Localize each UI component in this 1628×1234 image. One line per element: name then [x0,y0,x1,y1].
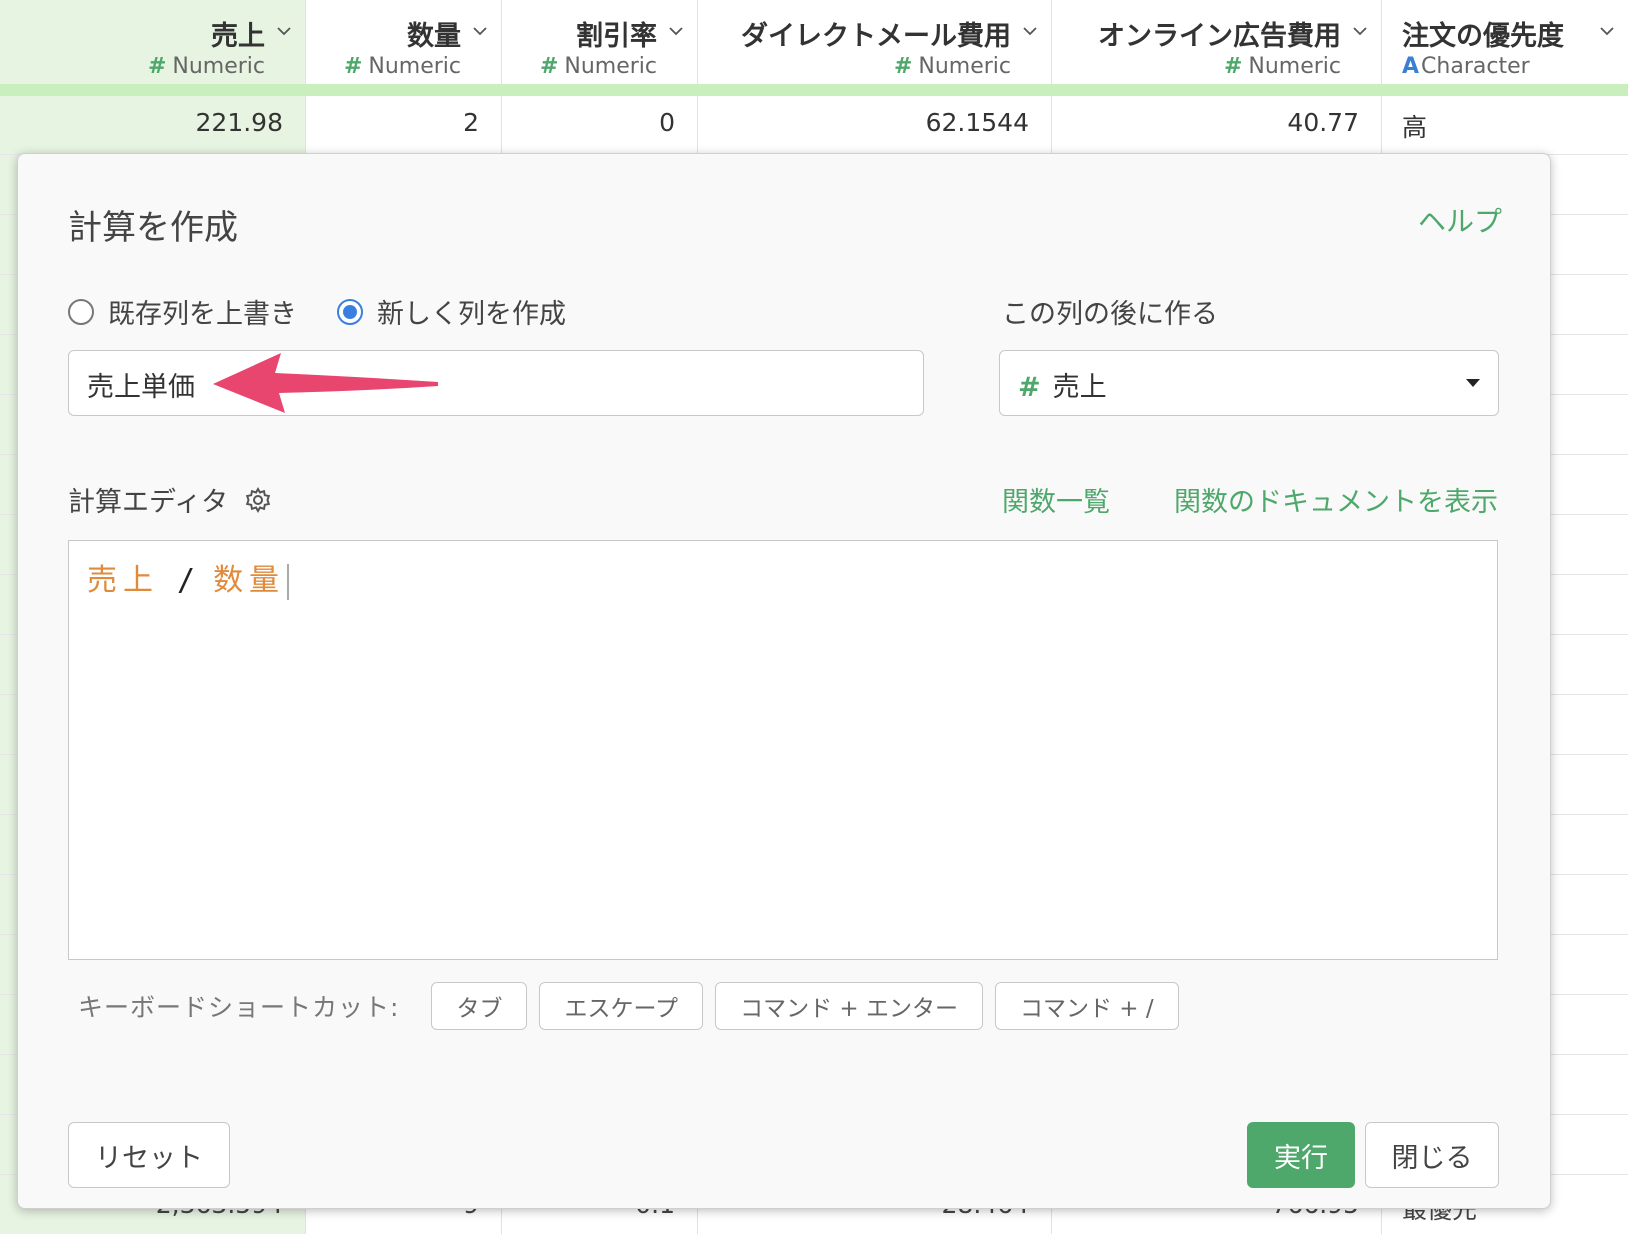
column-header[interactable]: 割引率 # Numeric [502,0,697,84]
column-header[interactable]: 注文の優先度 ACharacter [1382,0,1628,84]
hash-icon: # [1018,372,1041,403]
function-docs-link[interactable]: 関数のドキュメントを表示 [1174,480,1498,519]
run-button[interactable]: 実行 [1247,1122,1355,1188]
column-title: 数量 [407,21,461,52]
hash-icon: # [539,54,559,79]
header-divider [0,84,1628,96]
keyboard-shortcuts: キーボードショートカット: タブ エスケープ コマンド + エンター コマンド … [78,982,1179,1030]
hash-icon: # [1223,54,1243,79]
radio-label: 既存列を上書き [108,299,297,330]
table-cell[interactable]: 221.98 [196,108,283,137]
close-button[interactable]: 閉じる [1365,1122,1499,1188]
radio-create-new[interactable]: 新しく列を作成 [337,292,566,331]
create-calculation-dialog: 計算を作成 ヘルプ 既存列を上書き 新しく列を作成 この列の後に作る 売上単価 … [17,153,1551,1209]
expression-column-token: 数量 [213,563,286,598]
text-cursor [287,563,290,600]
column-type: # Numeric [1223,54,1341,79]
shortcut-command-slash[interactable]: コマンド + / [994,982,1179,1030]
editor-label: 計算エディタ [68,480,272,519]
hash-icon: # [343,54,363,79]
column-title: オンライン広告費用 [1098,21,1341,52]
gear-icon[interactable] [244,486,272,514]
selected-column: 売上 [1052,372,1107,403]
chevron-down-icon[interactable] [1600,24,1614,38]
radio-button[interactable] [68,298,94,325]
column-title: 割引率 [576,21,657,52]
radio-label: 新しく列を作成 [377,299,566,330]
annotation-arrow-icon [213,353,438,413]
reset-button[interactable]: リセット [68,1122,230,1188]
table-cell[interactable]: 0 [659,108,675,137]
table-cell[interactable]: 40.77 [1287,108,1359,137]
table-cell[interactable]: 62.1544 [926,108,1029,137]
chevron-down-icon[interactable] [1353,24,1367,38]
help-link[interactable]: ヘルプ [1418,200,1502,240]
column-header[interactable]: 数量 # Numeric [306,0,501,84]
expression-column-token: 売上 [87,563,159,598]
chevron-down-icon[interactable] [277,24,291,38]
column-type: # Numeric [539,54,657,79]
chevron-down-icon[interactable] [473,24,487,38]
function-list-link[interactable]: 関数一覧 [1002,480,1110,519]
hash-icon: # [893,54,913,79]
column-header[interactable]: オンライン広告費用 # Numeric [1052,0,1381,84]
expression-operator: / [177,563,196,598]
dialog-title: 計算を作成 [68,208,238,248]
column-header[interactable]: 売上 # Numeric [0,0,305,84]
shortcuts-label: キーボードショートカット: [78,993,400,1022]
shortcut-escape[interactable]: エスケープ [539,982,704,1030]
hash-icon: # [147,54,167,79]
calculation-editor[interactable]: 売上 / 数量 [68,540,1498,960]
column-type: # Numeric [343,54,461,79]
radio-overwrite-existing[interactable]: 既存列を上書き [68,292,297,331]
column-title: ダイレクトメール費用 [741,21,1011,52]
chevron-down-icon[interactable] [669,24,683,38]
column-title: 売上 [211,21,265,52]
column-type: # Numeric [893,54,1011,79]
insert-after-label: この列の後に作る [1002,299,1218,330]
column-title: 注文の優先度 [1402,21,1564,52]
column-header[interactable]: ダイレクトメール費用 # Numeric [698,0,1051,84]
shortcut-tab[interactable]: タブ [431,982,528,1030]
caret-down-icon [1466,379,1480,387]
column-type: # Numeric [147,54,265,79]
new-column-name-input[interactable]: 売上単価 [68,350,924,416]
chevron-down-icon[interactable] [1023,24,1037,38]
shortcut-command-enter[interactable]: コマンド + エンター [715,982,983,1030]
radio-button[interactable] [337,298,363,325]
column-type: ACharacter [1402,54,1530,79]
column-mode-radio-group: 既存列を上書き 新しく列を作成 [68,292,606,331]
table-cell[interactable]: 2 [463,108,479,137]
table-cell[interactable]: 高 [1402,108,1427,144]
character-a-icon: A [1402,54,1420,79]
insert-after-column-select[interactable]: # 売上 [999,350,1499,416]
